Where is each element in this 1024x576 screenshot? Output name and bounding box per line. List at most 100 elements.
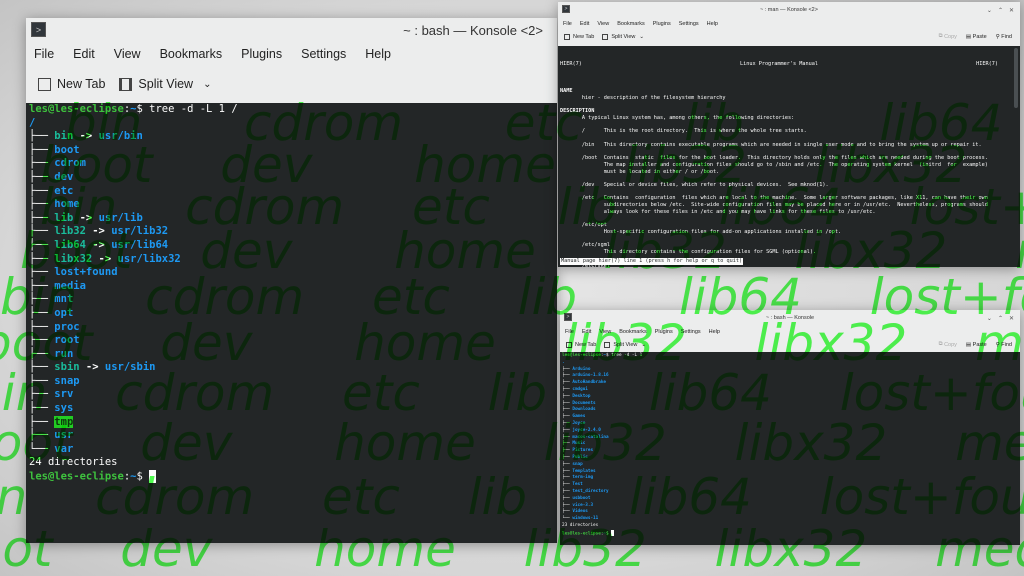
paste-button[interactable]: ▤ Paste (966, 341, 987, 348)
find-button[interactable]: ⚲ Find (996, 341, 1012, 348)
tree-entry: ├── mnt (29, 293, 554, 307)
menu-edit[interactable]: Edit (73, 47, 95, 61)
maximize-icon[interactable]: ⌃ (998, 315, 1003, 322)
menu-file[interactable]: File (34, 47, 54, 61)
tree-entry: ├── Downloads (562, 407, 1018, 414)
new-tab-button[interactable]: New Tab (564, 33, 594, 40)
konsole-window-home: > ~ : bash — Konsole ⌄ ⌃ ✕ File Edit View … (560, 310, 1020, 545)
prompt-line: les@les-eclipse:~$ (29, 470, 554, 484)
prompt-line: les@les-eclipse:~$ (562, 529, 1018, 538)
menu-help[interactable]: Help (365, 47, 391, 61)
menu-view[interactable]: View (597, 21, 609, 27)
menu-settings[interactable]: Settings (681, 329, 701, 335)
minimize-icon[interactable]: ⌄ (987, 315, 992, 322)
tree-entry: ├── media (29, 280, 554, 294)
close-icon[interactable]: ✕ (1009, 315, 1014, 322)
tree-branch: ├── (29, 347, 55, 360)
man-line: NAME (560, 88, 573, 95)
tree-branch: ├── (29, 130, 55, 143)
tree-branch: ├── (562, 386, 573, 392)
split-view-button[interactable]: Split View ⌄ (602, 33, 644, 40)
man-header-left: HIER(7) (560, 61, 582, 68)
directory-name: libx32 (54, 252, 93, 265)
tree-entry: ├── sbin -> usr/sbin (29, 361, 554, 375)
symlink-target: usr/sbin (104, 361, 156, 374)
tree-entry: ├── cmdgui (562, 387, 1018, 394)
menu-settings[interactable]: Settings (679, 21, 699, 27)
chevron-down-icon[interactable]: ⌄ (641, 342, 646, 348)
find-button[interactable]: ⚲ Find (996, 33, 1012, 40)
chevron-down-icon[interactable]: ⌄ (639, 34, 644, 40)
tree-entry: ├── opt (29, 307, 554, 321)
menu-file[interactable]: File (563, 21, 572, 27)
new-tab-label: New Tab (57, 77, 106, 91)
copy-button[interactable]: ⧉ Copy (939, 341, 957, 348)
scrollbar[interactable] (1014, 48, 1018, 108)
tree-branch: ├── (29, 143, 55, 156)
tree-branch: ├── (29, 211, 55, 224)
find-label: Find (1001, 341, 1012, 348)
menu-bookmarks[interactable]: Bookmarks (617, 21, 645, 27)
menu-view[interactable]: View (599, 329, 611, 335)
menu-file[interactable]: File (565, 329, 574, 335)
directory-name: sys (54, 402, 74, 415)
directory-name: Joyce (572, 420, 586, 426)
man-page-output[interactable]: HIER(7) Linux Programmer's Manual HIER(7) … (558, 46, 1020, 267)
maximize-icon[interactable]: ⌃ (998, 7, 1003, 14)
man-line: /boot Contains static files for the boot… (560, 155, 988, 162)
title-bar[interactable]: > ~ : bash — Konsole ⌄ ⌃ ✕ (560, 310, 1020, 326)
title-bar[interactable]: > ~ : bash — Konsole <2> (26, 18, 557, 42)
man-line: Host-specific configuration files for ad… (560, 228, 842, 235)
tree-entry: ├── etc (29, 185, 554, 199)
tree-branch: └── (562, 516, 573, 522)
copy-button[interactable]: ⧉ Copy (939, 33, 957, 40)
menu-plugins[interactable]: Plugins (653, 21, 671, 27)
tree-entry: ├── Documents (562, 401, 1018, 408)
man-line: DESCRIPTION (560, 108, 595, 115)
menu-plugins[interactable]: Plugins (655, 329, 673, 335)
symlink-target: usr/lib64 (111, 238, 169, 251)
prompt-user: les@les-eclipse (29, 103, 124, 115)
tree-branch: └── (29, 442, 55, 455)
menu-plugins[interactable]: Plugins (241, 47, 282, 61)
menu-bookmarks[interactable]: Bookmarks (619, 329, 647, 335)
tree-branch: ├── (562, 427, 573, 433)
title-bar[interactable]: > ~ : man — Konsole <2> ⌄ ⌃ ✕ (558, 2, 1020, 18)
new-tab-button[interactable]: New Tab (38, 77, 105, 91)
directory-name: bin (54, 130, 74, 143)
minimize-icon[interactable]: ⌄ (987, 7, 992, 14)
new-tab-icon (564, 33, 570, 40)
tree-entry: ├── srv (29, 388, 554, 402)
menu-help[interactable]: Help (709, 329, 720, 335)
menu-edit[interactable]: Edit (580, 21, 589, 27)
menu-edit[interactable]: Edit (582, 329, 591, 335)
tree-branch: ├── (29, 225, 55, 238)
menu-bookmarks[interactable]: Bookmarks (160, 47, 223, 61)
chevron-down-icon[interactable]: ⌄ (203, 79, 211, 90)
menu-view[interactable]: View (114, 47, 141, 61)
prompt-sign: $ (136, 470, 150, 483)
symlink-arrow: -> (73, 130, 99, 143)
symlink-target: usr/lib (98, 211, 143, 224)
man-line (560, 189, 1018, 196)
new-tab-button[interactable]: New Tab (566, 341, 596, 348)
split-view-button[interactable]: Split View ⌄ (119, 77, 211, 91)
terminal-output[interactable]: les@les-eclipse:~$ tree -d -L 1. ├── Ardu… (560, 352, 1020, 545)
split-view-button[interactable]: Split View ⌄ (604, 341, 646, 348)
close-icon[interactable]: ✕ (1009, 7, 1014, 14)
menu-settings[interactable]: Settings (301, 47, 346, 61)
menu-help[interactable]: Help (707, 21, 718, 27)
tree-entry: ├── Games (562, 414, 1018, 421)
terminal-output[interactable]: les@les-eclipse:~$ tree -d -L 1 // ├── bi… (26, 103, 557, 543)
man-line (560, 216, 1018, 223)
directory-name: mnt (54, 293, 74, 306)
split-view-label: Split View (611, 33, 636, 40)
man-line (560, 135, 1018, 142)
paste-button[interactable]: ▤ Paste (966, 33, 987, 40)
man-header-right: HIER(7) (976, 61, 998, 68)
tree-branch: ├── (562, 475, 573, 481)
tree-entry: ├── Videos (562, 509, 1018, 516)
tree-branch: ├── (29, 198, 55, 211)
tree-entry: ├── Public (562, 455, 1018, 462)
symlink-target: usr/libx32 (117, 252, 181, 265)
